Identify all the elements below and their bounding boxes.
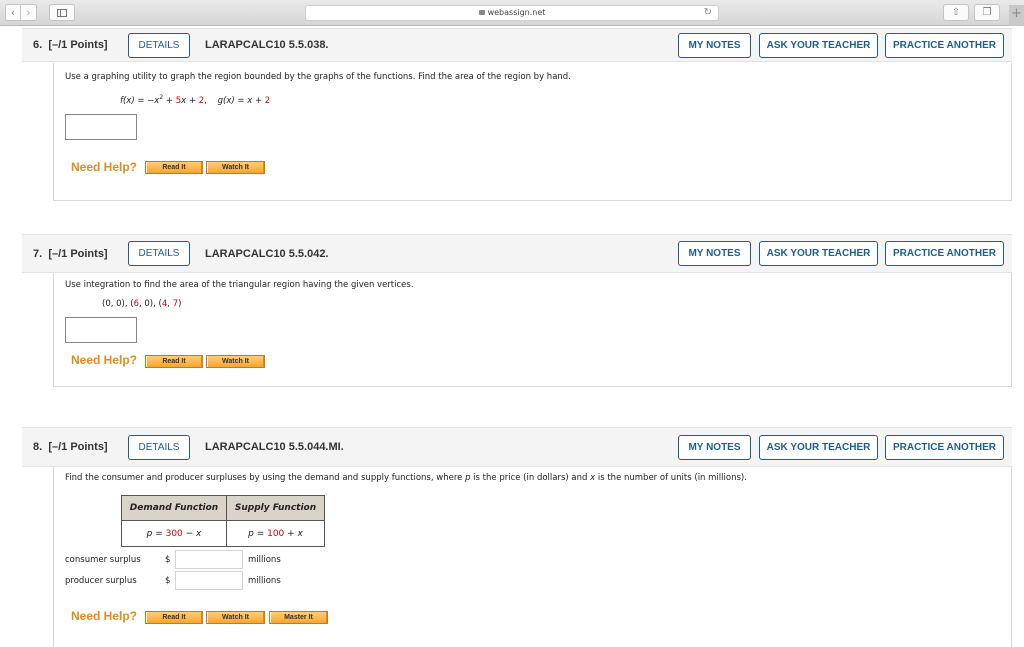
need-help-label: Need Help? xyxy=(71,609,138,623)
chevron-left-icon: ‹ xyxy=(10,6,16,19)
need-help-label: Need Help? xyxy=(71,160,138,174)
details-button[interactable]: DETAILS xyxy=(128,435,190,460)
currency-symbol: $ xyxy=(165,555,171,565)
question-8-body: Find the consumer and producer surpluses… xyxy=(53,467,1012,647)
unit-label: millions xyxy=(248,576,281,586)
tabs-icon: ❐ xyxy=(982,7,992,18)
question-6-header: 6. [–/1 Points] DETAILS LARAPCALC10 5.5.… xyxy=(22,28,1012,62)
read-it-button[interactable]: Read It xyxy=(145,161,203,174)
need-help-label: Need Help? xyxy=(71,353,138,367)
question-8-header: 8. [–/1 Points] DETAILS LARAPCALC10 5.5.… xyxy=(22,427,1012,467)
ask-teacher-button[interactable]: ASK YOUR TEACHER xyxy=(759,435,878,460)
answer-input[interactable] xyxy=(65,114,137,140)
question-code: LARAPCALC10 5.5.042. xyxy=(205,248,329,260)
watch-it-button[interactable]: Watch It xyxy=(206,355,265,368)
show-tabs-button[interactable]: ❐ xyxy=(974,4,1000,21)
my-notes-button[interactable]: MY NOTES xyxy=(678,435,751,460)
forward-button[interactable]: › xyxy=(21,4,37,21)
question-6-body: Use a graphing utility to graph the regi… xyxy=(53,63,1012,201)
lock-icon xyxy=(478,10,485,15)
question-prompt: Find the consumer and producer surpluses… xyxy=(65,473,747,483)
chevron-right-icon: › xyxy=(26,6,31,19)
back-button[interactable]: ‹ xyxy=(5,4,21,21)
function-expression: f(x) = −x2 + 5x + 2, g(x) = x + 2 xyxy=(120,94,271,106)
master-it-button[interactable]: Master It xyxy=(269,611,328,624)
my-notes-button[interactable]: MY NOTES xyxy=(678,33,751,58)
demand-header: Demand Function xyxy=(121,495,227,521)
read-it-button[interactable]: Read It xyxy=(145,355,203,368)
watch-it-button[interactable]: Watch It xyxy=(206,161,265,174)
ask-teacher-button[interactable]: ASK YOUR TEACHER xyxy=(759,33,878,58)
answer-input[interactable] xyxy=(65,317,137,343)
question-prompt: Use a graphing utility to graph the regi… xyxy=(65,72,571,82)
vertices-expression: (0, 0), (6, 0), (4, 7) xyxy=(102,299,182,309)
demand-function: p = 300 − x xyxy=(121,520,227,547)
ask-teacher-button[interactable]: ASK YOUR TEACHER xyxy=(759,241,878,266)
consumer-surplus-input[interactable] xyxy=(175,550,243,569)
question-number: 7. [–/1 Points] xyxy=(33,248,108,260)
details-button[interactable]: DETAILS xyxy=(128,33,190,58)
question-7-body: Use integration to find the area of the … xyxy=(53,273,1012,387)
share-button[interactable]: ⇧ xyxy=(943,4,969,21)
sidebar-icon xyxy=(57,9,67,17)
details-button[interactable]: DETAILS xyxy=(128,241,190,266)
browser-toolbar: ‹ › webassign.net ↻ ⇧ ❐ + xyxy=(0,0,1024,26)
function-table: Demand Function Supply Function p = 300 … xyxy=(121,495,325,547)
url-text: webassign.net xyxy=(487,8,546,17)
question-code: LARAPCALC10 5.5.044.MI. xyxy=(205,441,344,453)
question-number: 8. [–/1 Points] xyxy=(33,441,108,453)
question-prompt: Use integration to find the area of the … xyxy=(65,280,414,290)
producer-surplus-input[interactable] xyxy=(175,571,243,590)
supply-function: p = 100 + x xyxy=(226,520,325,547)
question-7-header: 7. [–/1 Points] DETAILS LARAPCALC10 5.5.… xyxy=(22,234,1012,273)
sidebar-toggle-button[interactable] xyxy=(49,4,75,21)
address-bar[interactable]: webassign.net ↻ xyxy=(305,5,719,21)
my-notes-button[interactable]: MY NOTES xyxy=(678,241,751,266)
practice-another-button[interactable]: PRACTICE ANOTHER xyxy=(885,241,1004,266)
new-tab-button[interactable]: + xyxy=(1009,5,1024,26)
reload-icon[interactable]: ↻ xyxy=(704,6,712,20)
supply-header: Supply Function xyxy=(226,495,325,521)
question-code: LARAPCALC10 5.5.038. xyxy=(205,39,329,51)
currency-symbol: $ xyxy=(165,576,171,586)
watch-it-button[interactable]: Watch It xyxy=(206,611,265,624)
question-number: 6. [–/1 Points] xyxy=(33,39,108,51)
plus-icon: + xyxy=(1011,6,1022,21)
read-it-button[interactable]: Read It xyxy=(145,611,203,624)
unit-label: millions xyxy=(248,555,281,565)
producer-surplus-label: producer surplus xyxy=(65,576,137,586)
share-icon: ⇧ xyxy=(951,7,961,18)
practice-another-button[interactable]: PRACTICE ANOTHER xyxy=(885,435,1004,460)
consumer-surplus-label: consumer surplus xyxy=(65,555,141,565)
practice-another-button[interactable]: PRACTICE ANOTHER xyxy=(885,33,1004,58)
